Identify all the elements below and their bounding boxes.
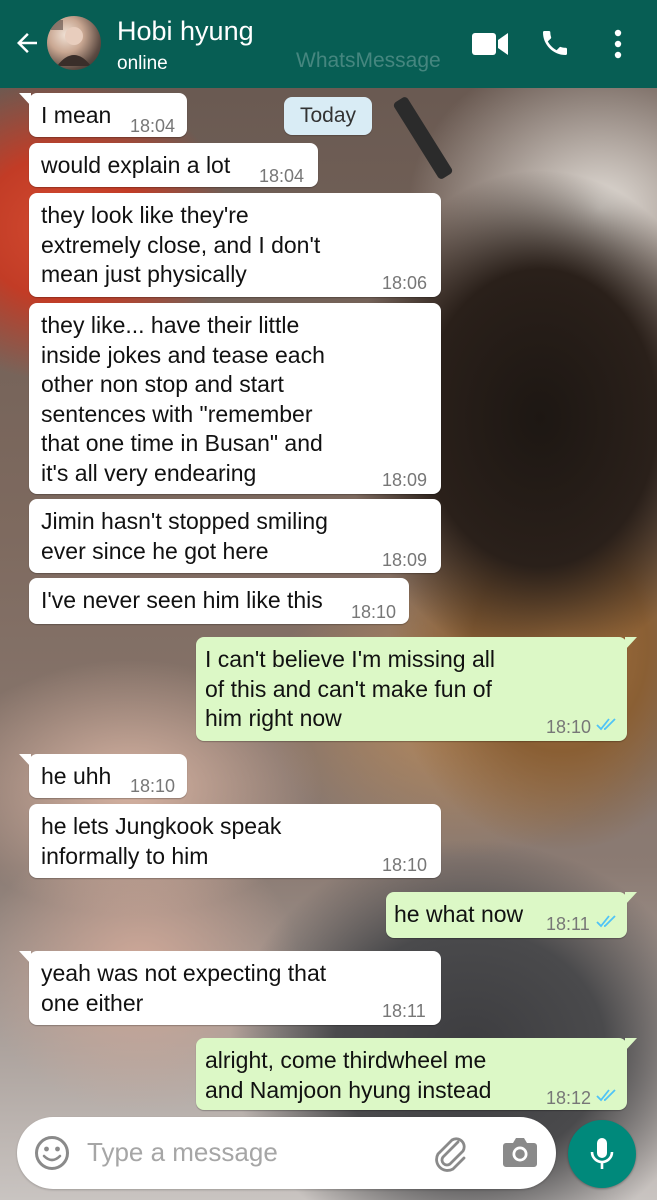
message-line: Jimin hasn't stopped smiling [41,508,328,534]
mic-icon [590,1138,614,1169]
message-incoming[interactable]: he lets Jungkook speak informally to him… [29,804,441,878]
read-receipt-icon [596,1089,616,1102]
message-incoming[interactable]: yeah was not expecting that one either 1… [19,951,441,1025]
message-line: it's all very endearing [41,459,257,486]
contact-status: online [117,53,168,74]
attach-icon[interactable] [432,1134,468,1172]
date-separator: Today [284,97,372,135]
mic-button[interactable] [568,1120,636,1188]
bubble-tail [19,93,31,106]
message-line: sentences with "remember [41,400,313,427]
message-incoming[interactable]: they like... have their little inside jo… [29,303,441,494]
message-input[interactable]: Type a message [87,1137,278,1168]
more-vert-icon[interactable] [610,28,626,60]
message-text: Jimin hasn't stopped smiling ever since … [41,507,328,566]
app-watermark: WhatsMessage [296,49,441,72]
message-line: mean just physically [41,261,247,287]
message-composer[interactable]: Type a message [17,1117,556,1189]
message-time: 18:09 [382,470,428,490]
wallpaper-detail [392,95,454,181]
message-time: 18:11 [546,914,590,934]
message-incoming[interactable]: I mean 18:04 [19,93,187,137]
message-line: he lets Jungkook speak [41,813,282,839]
message-line: that one time in Busan" and [41,430,323,456]
message-time: 18:10 [130,776,176,796]
message-incoming[interactable]: he uhh 18:10 [19,754,187,798]
bubble-tail [19,754,31,767]
message-text: he uhh [41,762,111,792]
read-receipt-icon [596,915,616,928]
camera-icon[interactable] [502,1135,538,1169]
message-text: alright, come thirdwheel me and Namjoon … [205,1046,491,1105]
message-line: they like... have their little [41,312,300,338]
message-line: he uhh [41,763,112,789]
message-line: I can't believe I'm missing all [205,646,496,672]
bubble-tail [625,1038,637,1051]
message-text: yeah was not expecting that one either [41,959,326,1018]
message-time: 18:06 [382,273,428,293]
message-line: I've never seen him like this [41,587,323,613]
message-time: 18:09 [382,550,428,570]
avatar-photo [51,20,91,66]
message-line: him right now [205,705,342,731]
message-text: they look like they're extremely close, … [41,201,320,290]
bubble-tail [19,951,31,964]
message-text: he lets Jungkook speak informally to him [41,812,281,871]
message-text: they like... have their little inside jo… [41,311,325,488]
message-line: he what now [394,901,524,927]
message-line: informally to him [41,842,209,869]
message-line: I mean [41,102,112,128]
message-outgoing[interactable]: alright, come thirdwheel me and Namjoon … [196,1038,637,1110]
message-time: 18:11 [382,1001,426,1021]
message-line: yeah was not expecting that [41,960,327,986]
message-text: would explain a lot [41,151,230,181]
message-line: would explain a lot [41,152,231,178]
message-incoming[interactable]: Jimin hasn't stopped smiling ever since … [29,499,441,573]
message-text: I can't believe I'm missing all of this … [205,645,495,734]
bubble-tail [625,892,637,905]
message-line: alright, come thirdwheel me [205,1047,487,1073]
message-text: I mean [41,101,111,131]
message-incoming[interactable]: I've never seen him like this 18:10 [29,578,409,624]
message-outgoing[interactable]: he what now 18:11 [386,892,637,938]
bubble-tail [625,637,637,650]
message-time: 18:10 [351,602,397,622]
message-outgoing[interactable]: I can't believe I'm missing all of this … [196,637,637,741]
message-time: 18:12 [546,1088,592,1108]
message-time: 18:10 [382,855,428,875]
video-call-icon[interactable] [471,30,509,58]
message-line: ever since he got here [41,537,269,564]
message-line: of this and can't make fun of [205,675,492,702]
message-line: extremely close, and I don't [41,231,321,258]
emoji-icon[interactable] [33,1134,71,1172]
arrow-left-icon[interactable] [12,28,42,58]
phone-icon[interactable] [539,27,571,59]
message-time: 18:10 [546,717,592,737]
message-line: and Namjoon hyung instead [205,1076,492,1103]
message-incoming[interactable]: would explain a lot 18:04 [29,143,318,187]
message-line: they look like they're [41,202,249,228]
message-line: one either [41,989,144,1016]
message-incoming[interactable]: they look like they're extremely close, … [29,193,441,297]
message-time: 18:04 [130,116,176,136]
message-line: other non stop and start [41,371,284,397]
message-text: he what now [394,900,523,930]
contact-name[interactable]: Hobi hyung [117,16,254,47]
chat-header: Hobi hyung online WhatsMessage [0,0,657,88]
message-text: I've never seen him like this [41,586,323,616]
message-line: inside jokes and tease each [41,341,325,368]
read-receipt-icon [596,718,616,731]
message-time: 18:04 [259,166,305,186]
contact-avatar[interactable] [47,16,101,70]
